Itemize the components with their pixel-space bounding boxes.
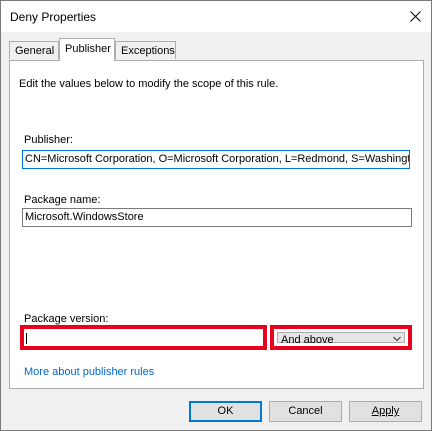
tab-exceptions[interactable]: Exceptions <box>115 41 176 59</box>
version-range-highlight: And above <box>270 325 412 350</box>
publisher-field[interactable]: CN=Microsoft Corporation, O=Microsoft Co… <box>22 150 410 169</box>
apply-button[interactable]: Apply <box>349 401 422 422</box>
tab-publisher[interactable]: Publisher <box>59 38 115 61</box>
chevron-down-icon <box>393 336 401 342</box>
tab-publisher-label: Publisher <box>65 43 111 55</box>
close-icon <box>409 11 421 22</box>
publisher-rules-help-link[interactable]: More about publisher rules <box>24 366 154 378</box>
package-name-field[interactable]: Microsoft.WindowsStore <box>22 208 412 227</box>
close-button[interactable] <box>399 1 431 32</box>
tab-general-label: General <box>15 45 55 57</box>
cancel-button[interactable]: Cancel <box>269 401 342 422</box>
title-bar: Deny Properties <box>1 1 431 32</box>
publisher-tab-panel: Edit the values below to modify the scop… <box>9 60 424 389</box>
package-version-label: Package version: <box>24 313 109 325</box>
deny-properties-dialog: Deny Properties General Publisher Except… <box>0 0 432 431</box>
tab-exceptions-label: Exceptions <box>121 45 175 57</box>
publisher-label: Publisher: <box>24 134 73 146</box>
package-name-label: Package name: <box>24 194 101 206</box>
version-range-value: And above <box>281 334 334 346</box>
rule-scope-description: Edit the values below to modify the scop… <box>19 78 279 90</box>
tab-general[interactable]: General <box>9 41 59 59</box>
package-version-highlight <box>20 325 267 350</box>
ok-button[interactable]: OK <box>189 401 262 422</box>
package-version-field[interactable] <box>24 329 263 346</box>
window-title: Deny Properties <box>10 10 97 24</box>
version-range-dropdown[interactable]: And above <box>277 332 405 346</box>
apply-button-label: Apply <box>371 405 400 417</box>
